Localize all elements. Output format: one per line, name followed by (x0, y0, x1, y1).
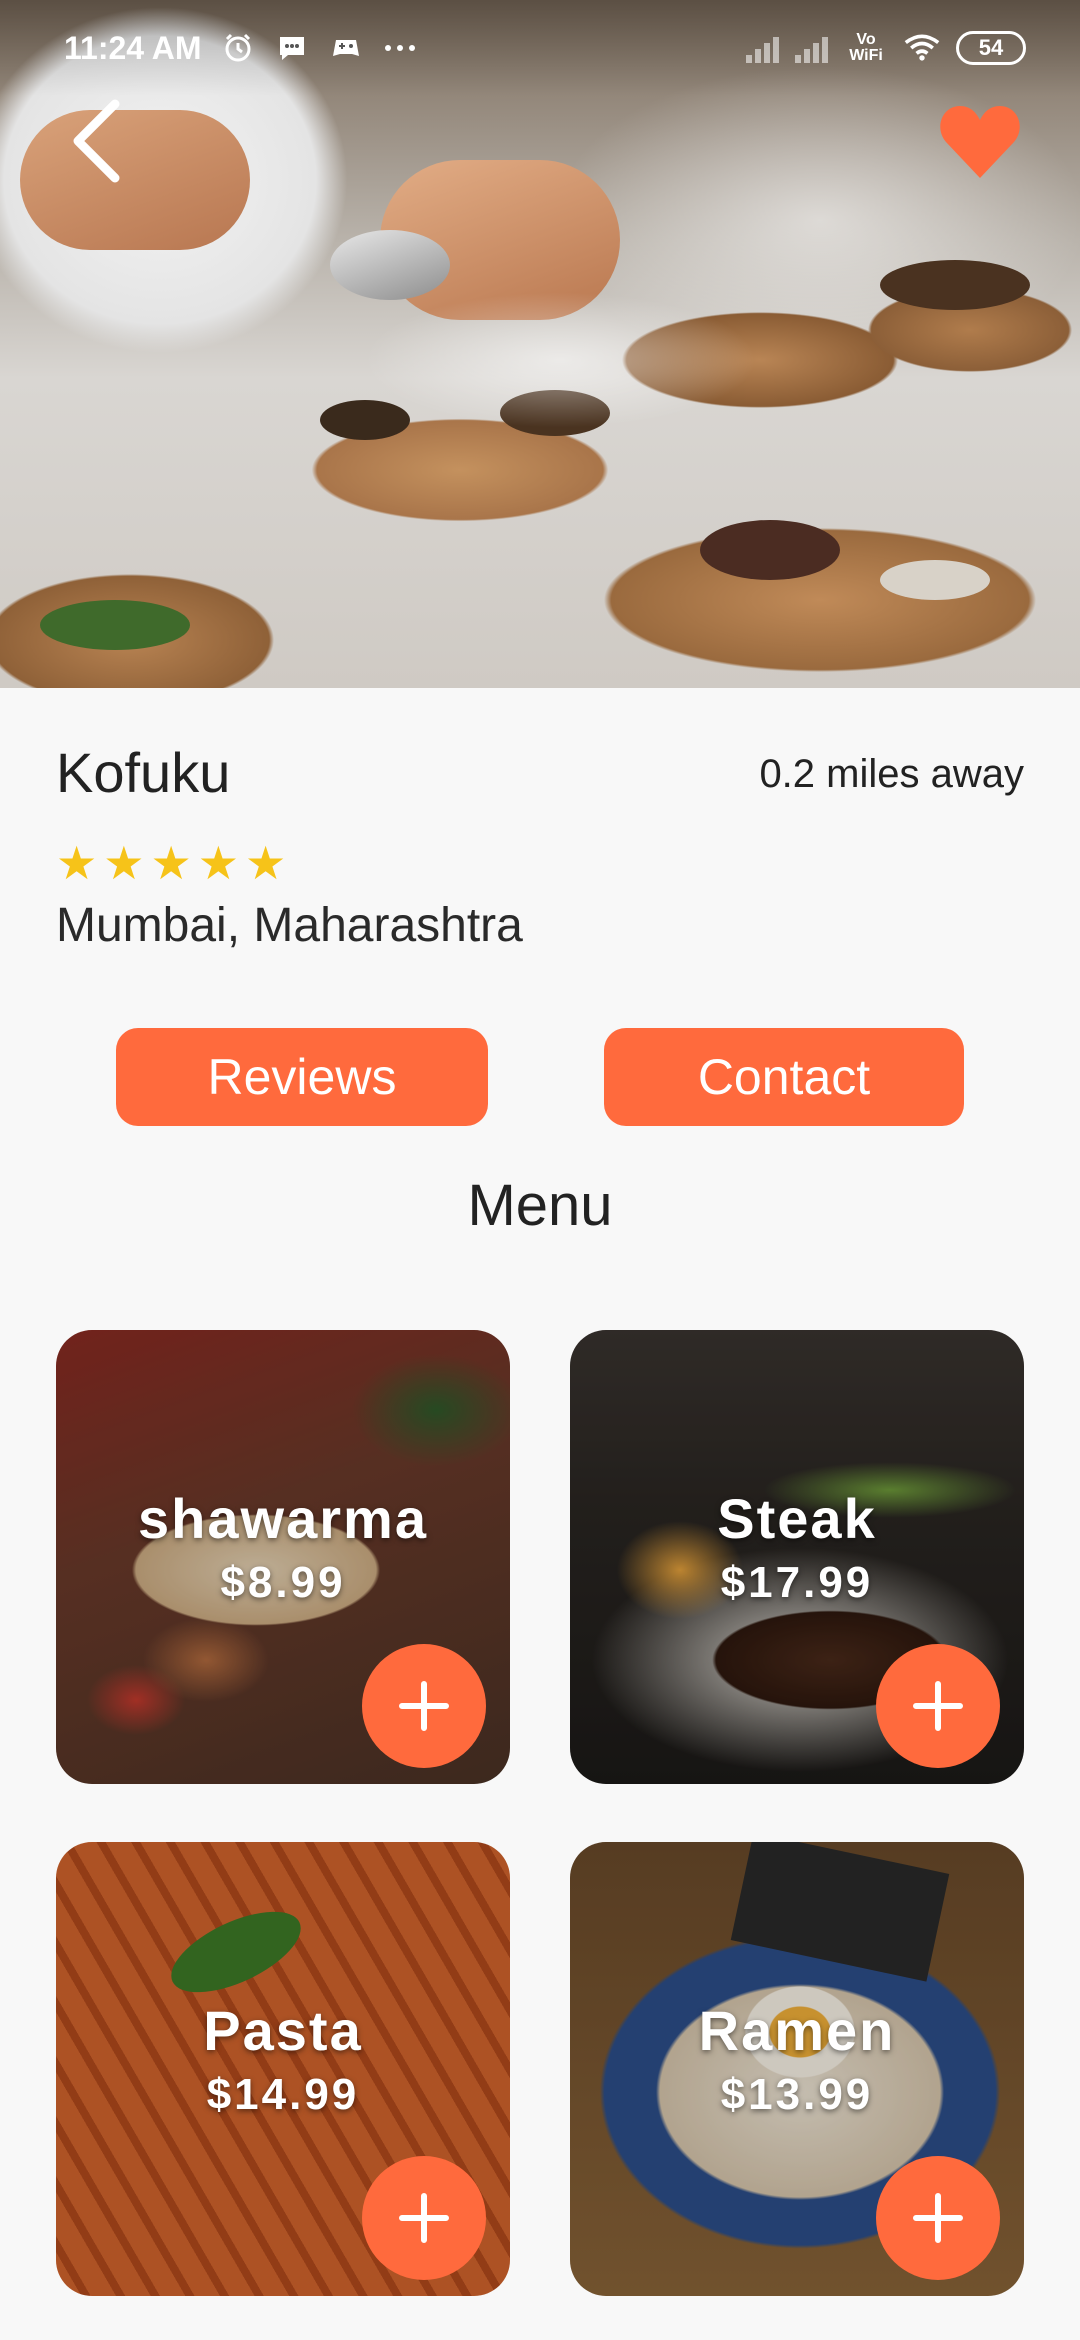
reviews-button[interactable]: Reviews (116, 1028, 488, 1126)
status-bar: 11:24 AM Vo WiFi 54 (0, 0, 1080, 96)
star-icon: ★ (56, 837, 98, 889)
plus-icon (913, 2193, 963, 2243)
game-icon (328, 30, 364, 66)
add-to-cart-button[interactable] (362, 2156, 486, 2280)
chevron-left-icon (73, 99, 120, 183)
plus-icon (399, 2193, 449, 2243)
alarm-icon (220, 30, 256, 66)
star-icon: ★ (197, 837, 239, 889)
star-icon: ★ (103, 837, 145, 889)
menu-item-name: shawarma (138, 1487, 428, 1550)
add-to-cart-button[interactable] (876, 1644, 1000, 1768)
menu-item-price: $13.99 (720, 2070, 874, 2119)
status-time: 11:24 AM (64, 29, 202, 66)
menu-item-price: $14.99 (206, 2070, 360, 2119)
add-to-cart-button[interactable] (876, 2156, 1000, 2280)
star-icon: ★ (150, 837, 192, 889)
plus-icon (913, 1681, 963, 1731)
distance-label: 0.2 miles away (759, 752, 1024, 796)
restaurant-name: Kofuku (56, 741, 231, 804)
heart-icon (940, 106, 1020, 178)
message-icon (274, 30, 310, 66)
restaurant-location: Mumbai, Maharashtra (56, 899, 523, 952)
battery-indicator: 54 (956, 31, 1026, 65)
menu-item-card[interactable]: Steak $17.99 (570, 1330, 1024, 1784)
plus-icon (399, 1681, 449, 1731)
signal-icon-2 (795, 33, 828, 63)
menu-item-card[interactable]: shawarma $8.99 (56, 1330, 510, 1784)
menu-heading: Menu (467, 1173, 613, 1238)
menu-item-price: $17.99 (720, 1558, 874, 1607)
menu-item-card[interactable]: Ramen $13.99 (570, 1842, 1024, 2296)
contact-button[interactable]: Contact (604, 1028, 964, 1126)
menu-item-card[interactable]: Pasta $14.99 (56, 1842, 510, 2296)
add-to-cart-button[interactable] (362, 1644, 486, 1768)
menu-item-name: Steak (717, 1487, 877, 1550)
favorite-button[interactable] (938, 102, 1022, 182)
wifi-icon (904, 30, 940, 66)
rating-stars: ★ ★ ★ ★ ★ (56, 838, 286, 888)
vowifi-label: Vo WiFi (849, 31, 883, 64)
more-dots-icon (382, 30, 418, 66)
star-icon: ★ (245, 837, 287, 889)
back-button[interactable] (60, 96, 140, 186)
restaurant-hero-image (0, 0, 1080, 688)
signal-icon (746, 33, 779, 63)
menu-item-price: $8.99 (220, 1558, 346, 1607)
menu-item-name: Pasta (203, 1999, 363, 2062)
menu-item-name: Ramen (698, 1999, 896, 2062)
